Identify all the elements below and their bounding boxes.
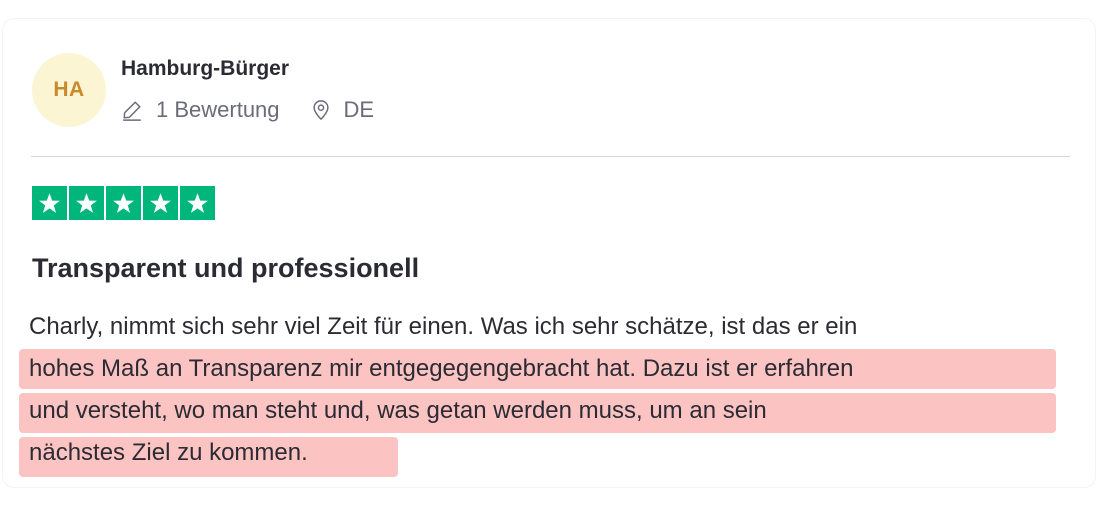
star-rating [32,186,215,220]
pencil-icon [121,99,143,121]
divider [31,156,1070,157]
review-text-line: Charly, nimmt sich sehr viel Zeit für ei… [29,313,858,340]
location-pin-icon [310,99,332,121]
author-meta: 1 Bewertung DE [121,97,374,123]
review-title[interactable]: Transparent und professionell [32,253,419,284]
star-icon [32,186,67,220]
country-code: DE [343,97,375,122]
star-icon [69,186,104,220]
star-icon [180,186,215,220]
author-name[interactable]: Hamburg-Bürger [121,57,289,81]
review-count: 1 Bewertung [156,97,280,122]
star-icon [143,186,178,220]
review-text-line: und versteht, wo man steht und, was geta… [29,397,767,424]
avatar[interactable]: HA [32,53,106,127]
star-icon [106,186,141,220]
avatar-initials: HA [53,78,85,101]
review-text-line: nächstes Ziel zu kommen. [29,439,308,466]
review-text-line: hohes Maß an Transparenz mir entgegegeng… [29,355,854,382]
